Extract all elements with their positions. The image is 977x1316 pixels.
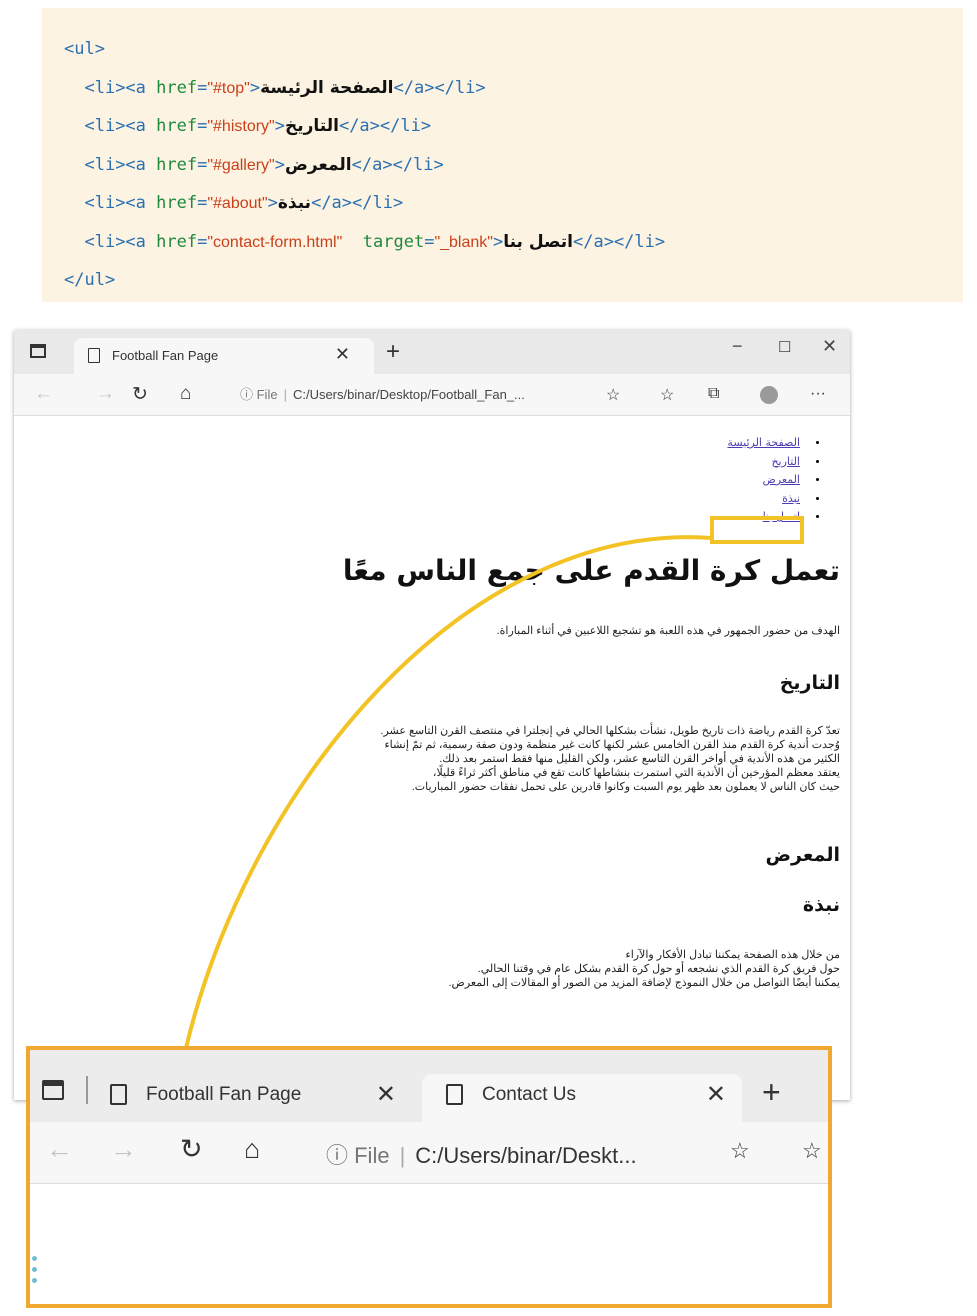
favorites-icon[interactable]: ☆ bbox=[802, 1138, 822, 1164]
address-path: C:/Users/binar/Deskt... bbox=[415, 1143, 637, 1168]
forward-icon[interactable]: → bbox=[110, 1134, 137, 1165]
page-icon bbox=[110, 1084, 127, 1105]
tab-contact-us[interactable]: Contact Us ✕ bbox=[422, 1074, 742, 1122]
page-icon bbox=[446, 1084, 463, 1105]
refresh-icon[interactable]: ↻ bbox=[180, 1134, 203, 1165]
add-favorite-icon[interactable]: ☆ bbox=[730, 1138, 750, 1164]
tab-title: Contact Us bbox=[482, 1084, 576, 1105]
address-bar[interactable]: ⓘ File | C:/Users/binar/Deskt... bbox=[326, 1138, 637, 1170]
back-icon[interactable]: ← bbox=[46, 1134, 73, 1165]
zoomed-browser: Football Fan Page ✕ Contact Us ✕ + ← → ↻… bbox=[26, 1046, 832, 1308]
divider bbox=[86, 1076, 88, 1104]
close-icon[interactable]: ✕ bbox=[706, 1080, 726, 1109]
close-icon[interactable]: ✕ bbox=[376, 1080, 396, 1109]
tab-title: Football Fan Page bbox=[146, 1084, 302, 1105]
address-info: ⓘ File bbox=[326, 1143, 390, 1168]
tab-actions-icon[interactable] bbox=[42, 1080, 64, 1100]
decorative-dots bbox=[32, 1256, 37, 1289]
zoom-toolbar: ← → ↻ ⌂ ⓘ File | C:/Users/binar/Deskt... ☆… bbox=[30, 1122, 828, 1184]
new-tab-icon[interactable]: + bbox=[762, 1074, 781, 1111]
home-icon[interactable]: ⌂ bbox=[244, 1134, 260, 1165]
tab-football-fan-page[interactable]: Football Fan Page ✕ bbox=[102, 1074, 412, 1122]
zoom-tab-bar: Football Fan Page ✕ Contact Us ✕ + bbox=[30, 1050, 828, 1122]
